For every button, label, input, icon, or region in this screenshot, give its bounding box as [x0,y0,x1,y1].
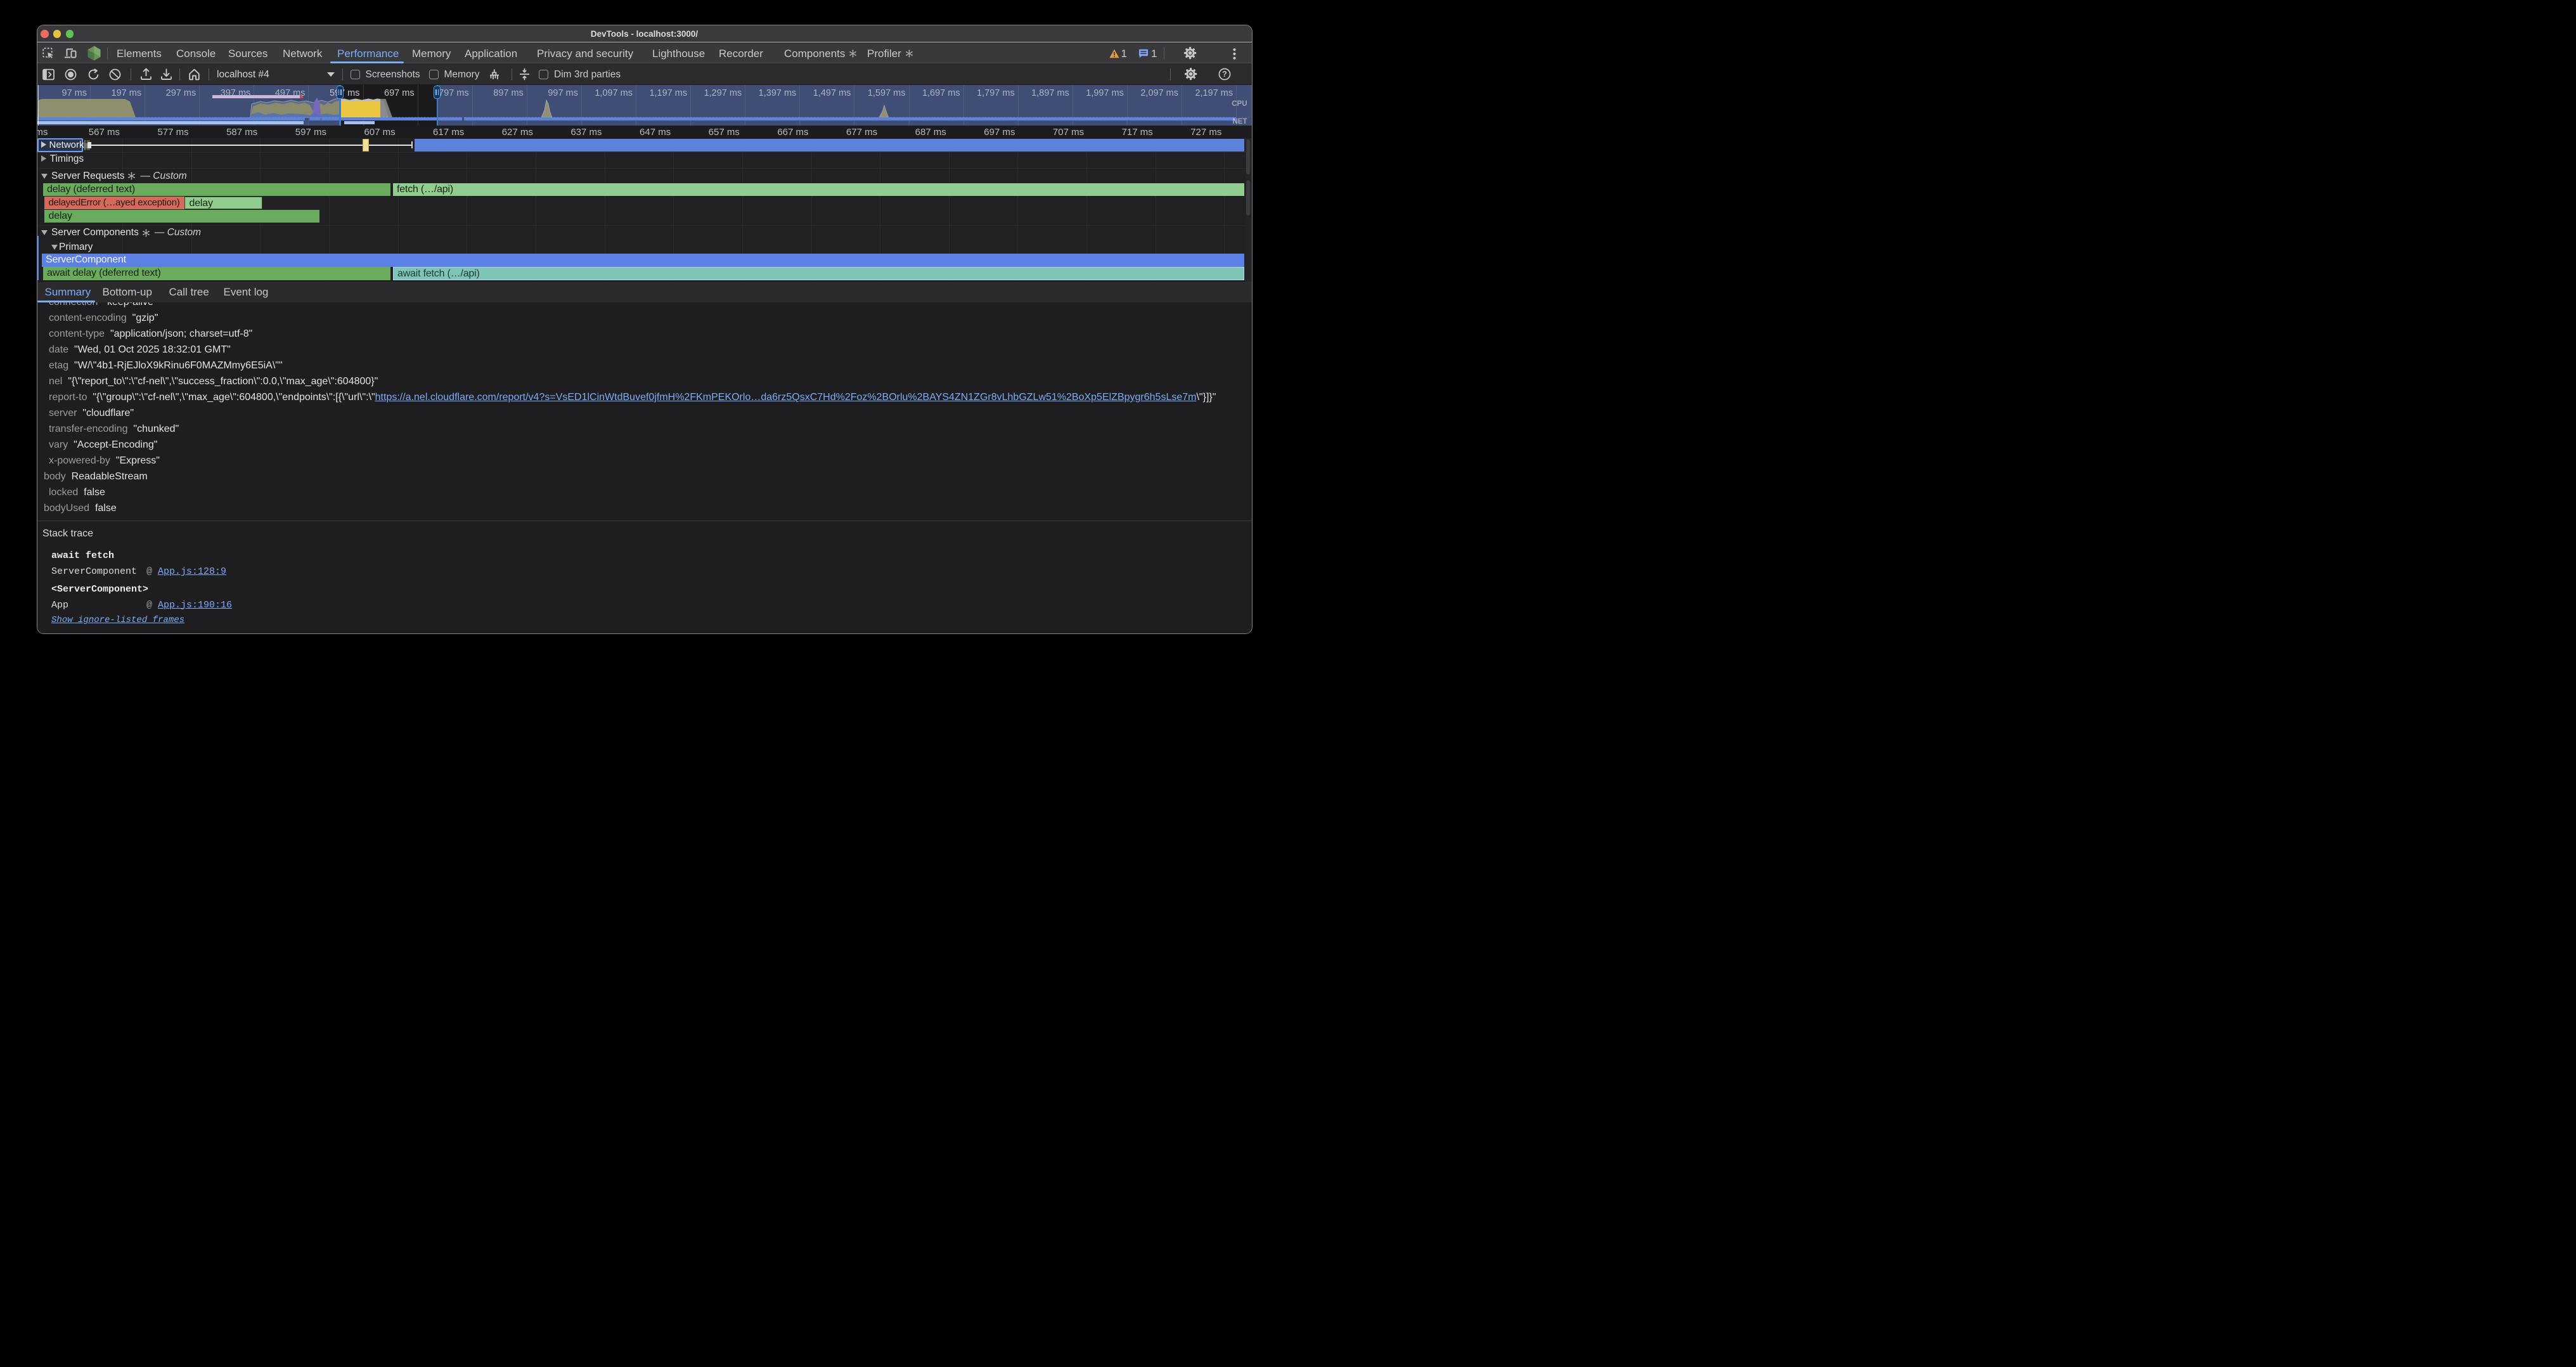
svg-text:?: ? [1222,70,1227,79]
